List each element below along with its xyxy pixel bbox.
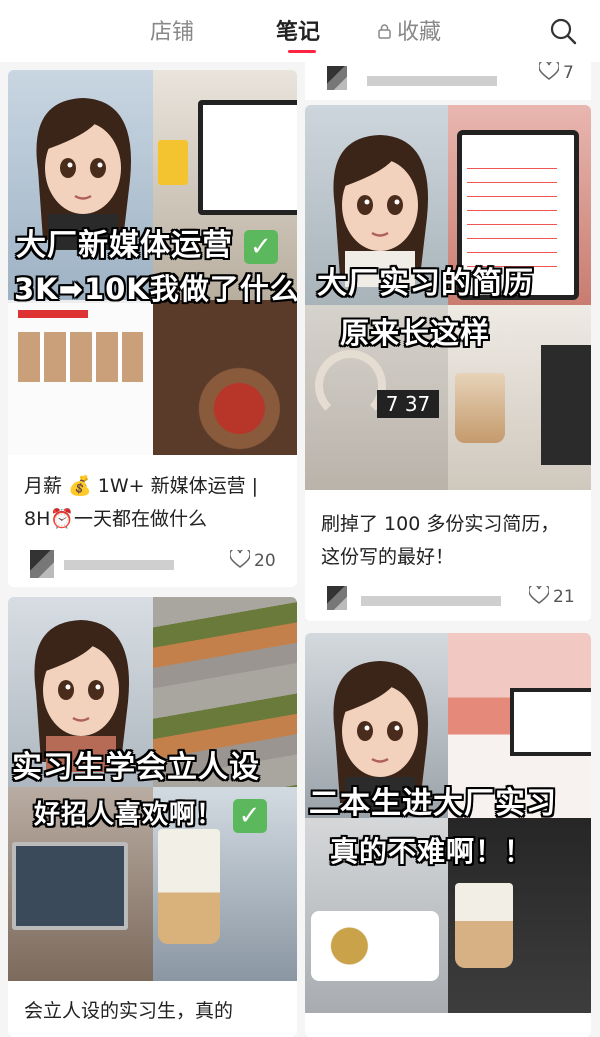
avatar bbox=[30, 550, 54, 578]
cover-headline-1: 大厂实习的简历 bbox=[317, 266, 534, 301]
laptop bbox=[12, 842, 128, 930]
heart-icon bbox=[539, 62, 559, 80]
heart-icon bbox=[230, 550, 250, 568]
cover-headline-2: 原来长这样 bbox=[340, 316, 491, 350]
avatar bbox=[327, 586, 347, 610]
check-mark-icon: ✓ bbox=[233, 798, 268, 833]
like-count[interactable]: 7 bbox=[539, 62, 574, 83]
search-icon[interactable] bbox=[548, 16, 578, 46]
coffee-cup bbox=[455, 373, 505, 443]
note-title[interactable]: 刷掉了 100 多份实习简历，这份写的最好！ bbox=[321, 508, 571, 574]
note-card[interactable]: 大厂新媒体运营 ✓ 3K➡10K我做了什么 月薪 💰 1W+ 新媒体运营 | 8… bbox=[8, 70, 297, 587]
drink-cup bbox=[158, 829, 220, 944]
note-title[interactable]: 会立人设的实习生，真的 bbox=[24, 995, 286, 1028]
note-cover-image[interactable] bbox=[8, 597, 297, 981]
cover-food-photo bbox=[153, 300, 297, 455]
cover-headline-2: 好招人喜欢啊！ ✓ bbox=[34, 794, 268, 833]
note-card-partial[interactable]: 7 bbox=[305, 62, 591, 100]
tab-store[interactable]: 店铺 bbox=[150, 14, 194, 46]
screenshot-thumbnails bbox=[18, 332, 143, 382]
active-tab-indicator bbox=[288, 50, 316, 53]
headphones bbox=[315, 350, 386, 421]
meal-plate bbox=[311, 911, 439, 981]
note-title[interactable]: 月薪 💰 1W+ 新媒体运营 | 8H⏰一天都在做什么 bbox=[24, 470, 286, 536]
check-mark-icon: ✓ bbox=[244, 229, 279, 264]
laptop-screen bbox=[198, 100, 297, 215]
coffee-cup bbox=[455, 883, 513, 968]
author-name-blurred bbox=[367, 76, 497, 86]
avatar bbox=[327, 66, 347, 90]
note-card[interactable]: 实习生学会立人设 好招人喜欢啊！ ✓ 会立人设的实习生，真的 bbox=[8, 597, 297, 1037]
author-name-blurred bbox=[361, 596, 501, 606]
tab-favorites[interactable]: 收藏 bbox=[378, 14, 441, 46]
laptop-screen bbox=[510, 688, 591, 756]
resume-lines bbox=[467, 160, 557, 270]
like-count[interactable]: 20 bbox=[230, 550, 276, 571]
cover-headline-1: 实习生学会立人设 bbox=[12, 750, 260, 785]
author-name-blurred bbox=[64, 560, 174, 570]
cover-headline-2: 真的不难啊！！ bbox=[330, 835, 534, 868]
note-card[interactable]: 7 37 大厂实习的简历 原来长这样 刷掉了 100 多份实习简历，这份写的最好… bbox=[305, 105, 591, 621]
note-card[interactable]: 二本生进大厂实习 真的不难啊！！ bbox=[305, 633, 591, 1037]
cover-headline-1: 大厂新媒体运营 ✓ bbox=[16, 220, 279, 264]
tab-notes[interactable]: 笔记 bbox=[276, 14, 320, 46]
laptop bbox=[541, 345, 591, 465]
flip-clock: 7 37 bbox=[377, 390, 439, 418]
juice-box bbox=[158, 140, 188, 185]
cover-headline-2: 3K➡10K我做了什么 bbox=[14, 272, 297, 306]
lock-icon bbox=[378, 24, 391, 39]
like-count[interactable]: 21 bbox=[529, 586, 575, 607]
cover-headline-1: 二本生进大厂实习 bbox=[309, 786, 557, 821]
top-tab-bar: 店铺 笔记 收藏 bbox=[0, 0, 600, 62]
note-cover-image[interactable] bbox=[305, 633, 591, 1013]
heart-icon bbox=[529, 586, 549, 604]
screenshot-header bbox=[18, 310, 88, 318]
tab-favorites-label: 收藏 bbox=[397, 20, 442, 45]
